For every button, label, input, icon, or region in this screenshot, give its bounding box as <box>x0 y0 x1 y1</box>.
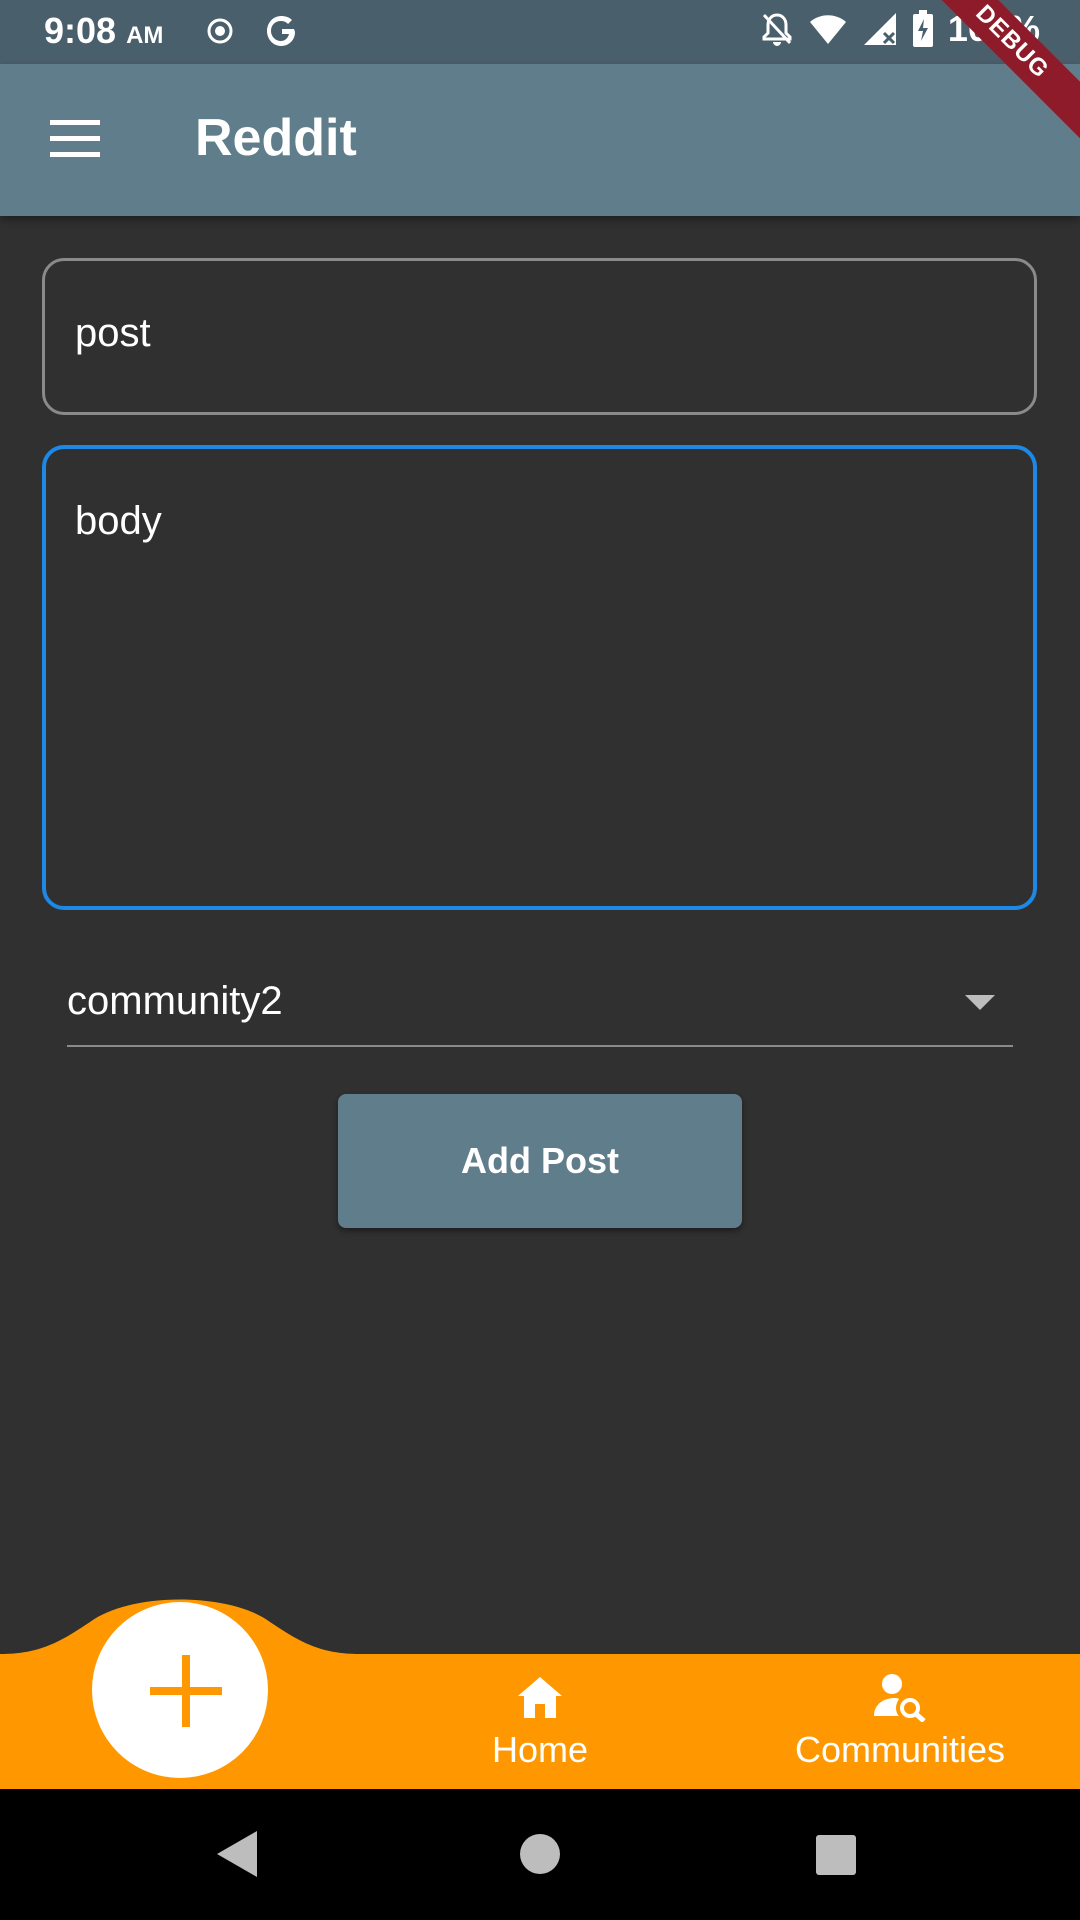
page-title: Reddit <box>195 109 357 167</box>
dropdown-caret-icon <box>965 995 995 1010</box>
bell-off-icon <box>762 13 792 46</box>
post-body-field[interactable]: body <box>42 445 1037 910</box>
nav-label-communities: Communities <box>794 1729 1006 1770</box>
back-icon[interactable] <box>215 1829 259 1879</box>
community-dropdown[interactable]: community2 <box>67 965 1013 1047</box>
home-circle-icon[interactable] <box>520 1834 560 1874</box>
nav-label-home: Home <box>491 1729 589 1770</box>
wifi-icon <box>809 15 846 44</box>
battery-charging-icon <box>912 10 933 47</box>
home-icon <box>518 1677 562 1718</box>
status-icons-left <box>205 12 301 50</box>
status-bar: 9:08 AM 100% <box>0 0 1080 64</box>
post-title-field[interactable] <box>42 258 1037 415</box>
add-post-button[interactable]: Add Post <box>338 1094 742 1228</box>
community-selected: community2 <box>67 979 283 1023</box>
google-icon <box>267 16 295 46</box>
status-ampm: AM <box>126 22 164 49</box>
status-time: 9:08 AM <box>44 10 163 52</box>
add-post-fab[interactable] <box>92 1602 268 1778</box>
plus-icon <box>150 1655 222 1727</box>
nav-item-home[interactable]: Home <box>440 1672 640 1771</box>
system-navigation-bar <box>0 1789 1080 1920</box>
status-time-value: 9:08 <box>44 10 117 51</box>
person-search-icon <box>874 1674 926 1723</box>
nav-item-communities[interactable]: Communities <box>760 1672 1040 1771</box>
hamburger-menu-icon <box>50 120 100 157</box>
signal-icon <box>863 13 896 45</box>
app-bar: Reddit <box>0 64 1080 216</box>
target-icon <box>207 18 233 44</box>
menu-button[interactable] <box>36 110 116 170</box>
post-title-input[interactable] <box>75 311 995 356</box>
post-body-input[interactable]: body <box>75 499 995 879</box>
recents-icon[interactable] <box>816 1835 856 1875</box>
